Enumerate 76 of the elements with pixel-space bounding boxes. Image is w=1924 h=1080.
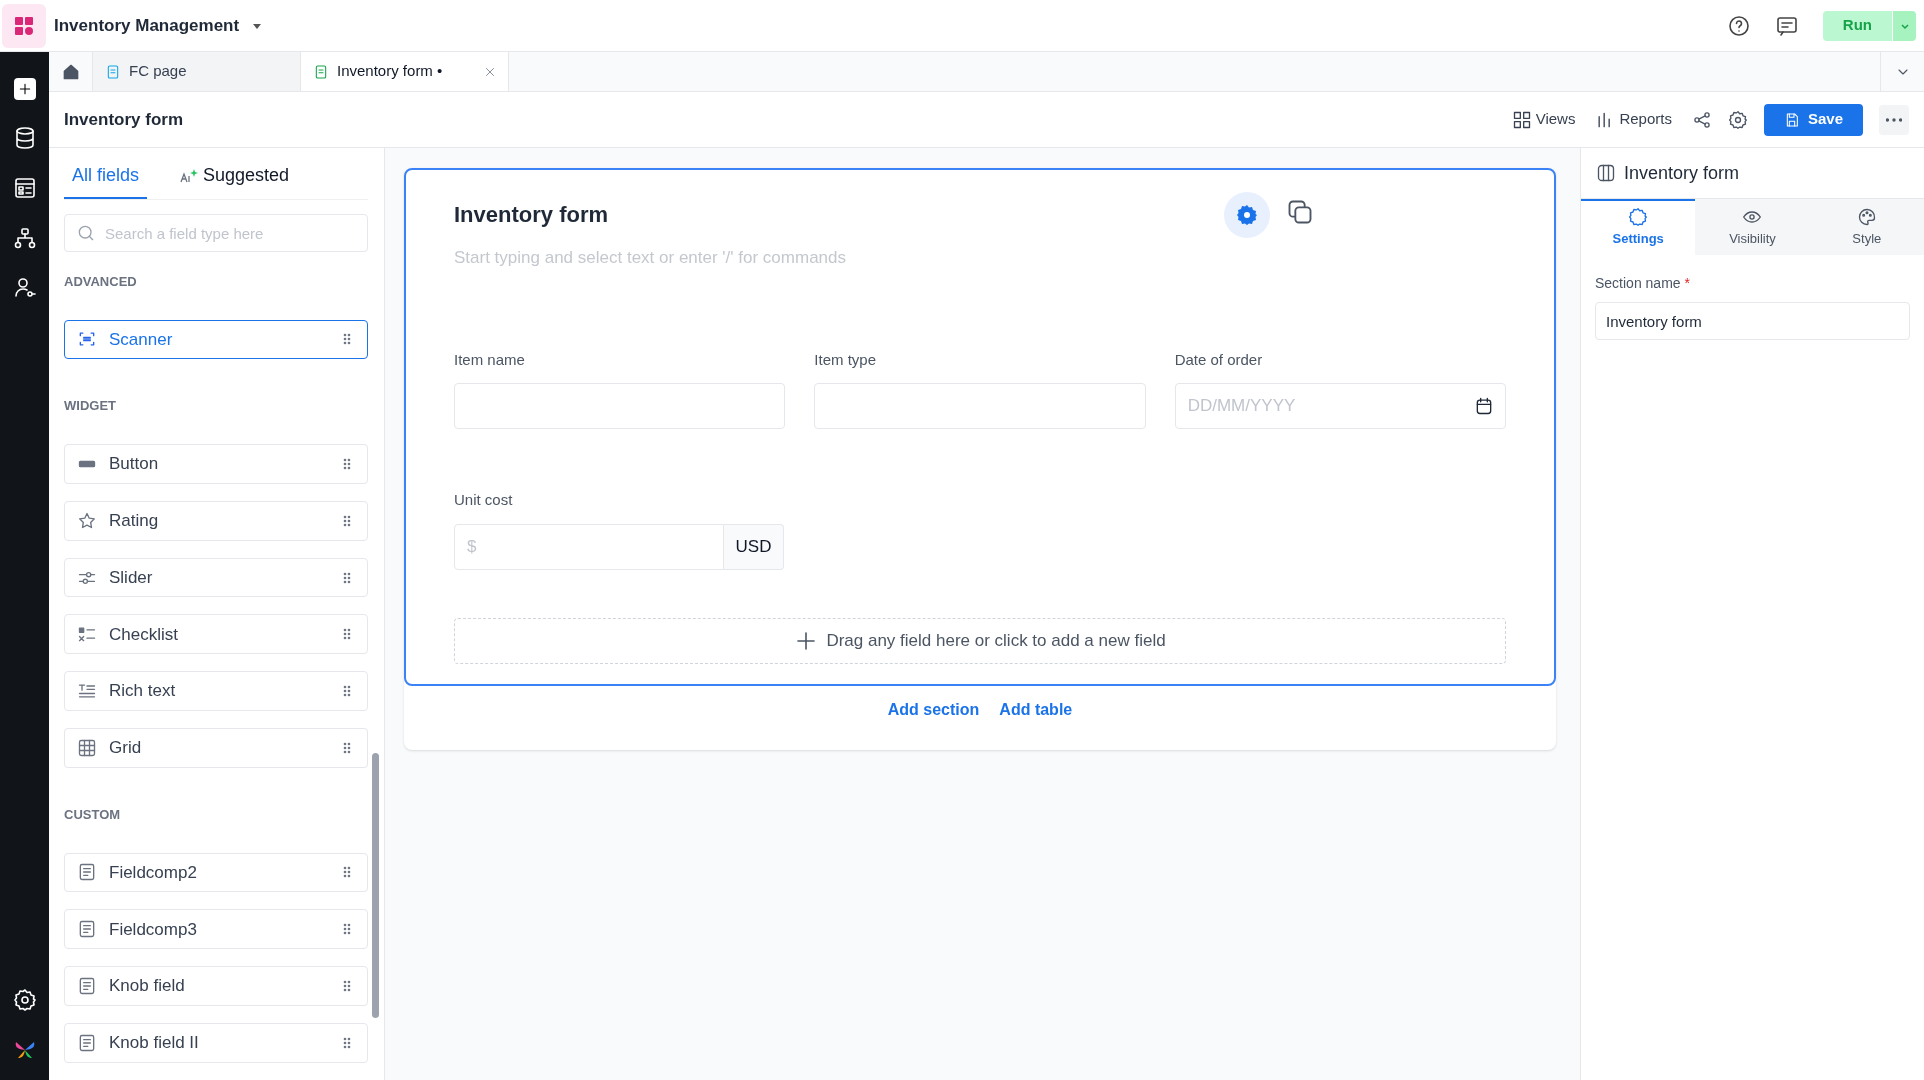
panel-tab[interactable]: Style bbox=[1809, 199, 1924, 255]
more-icon bbox=[1886, 117, 1902, 122]
columns-icon bbox=[1596, 163, 1616, 183]
tab-label: FC page bbox=[129, 61, 188, 82]
form-page-icon bbox=[313, 63, 329, 80]
form-section[interactable]: Inventory form Start typing and select text or enter '/' for commands Item name Item type Date of order DD/MM/YYYY Unit cost $ USD Drag any field here or click to add a new field bbox=[404, 168, 1556, 686]
add-link[interactable]: Add table bbox=[999, 697, 1073, 722]
panel-tab[interactable]: All fields bbox=[64, 162, 148, 199]
field-label: Section name bbox=[1595, 274, 1681, 293]
document-icon bbox=[77, 1033, 97, 1053]
user-key-icon bbox=[12, 276, 37, 300]
add-icon[interactable] bbox=[13, 78, 36, 100]
field-type-item[interactable]: Rich text bbox=[64, 671, 368, 712]
text-field[interactable] bbox=[454, 383, 786, 429]
document-icon bbox=[77, 862, 97, 883]
tab-label: Inventory form • bbox=[337, 61, 444, 82]
document-icon bbox=[77, 919, 97, 940]
field-type-item[interactable]: Slider bbox=[64, 557, 368, 598]
help-icon bbox=[1726, 13, 1751, 38]
field-type-item[interactable]: Checklist bbox=[64, 614, 368, 655]
settings-icon bbox=[12, 988, 37, 1012]
field-label: Unit cost bbox=[454, 490, 514, 510]
field-type-item[interactable]: Scanner bbox=[64, 319, 368, 360]
field-label: Date of order bbox=[1174, 349, 1264, 370]
section-heading: CUSTOM bbox=[64, 806, 122, 824]
field-label: Item type bbox=[814, 349, 878, 370]
close-icon bbox=[484, 65, 496, 78]
page-icon bbox=[105, 63, 121, 80]
field-type-item[interactable]: Knob field bbox=[64, 966, 368, 1007]
field-type-item[interactable]: Fieldcomp2 bbox=[64, 852, 368, 893]
field-type-item[interactable]: Grid bbox=[64, 728, 368, 768]
field-type-item[interactable]: Knob field II bbox=[64, 1023, 368, 1063]
views-icon bbox=[1511, 109, 1532, 130]
panel-tab[interactable]: Suggested bbox=[171, 162, 298, 199]
more-button[interactable] bbox=[1879, 104, 1909, 135]
duplicate-icon bbox=[1286, 198, 1314, 226]
section-heading: WIDGET bbox=[64, 397, 117, 416]
search-icon bbox=[76, 223, 96, 243]
section-name-field[interactable]: Inventory form bbox=[1595, 302, 1910, 340]
ai-sparkle-icon bbox=[179, 167, 200, 184]
palette-icon bbox=[1856, 207, 1877, 228]
document-icon bbox=[77, 976, 97, 997]
section-title: Inventory form bbox=[454, 201, 610, 229]
settings-icon bbox=[1628, 207, 1649, 228]
currency-suffix: USD bbox=[724, 523, 784, 570]
form-icon bbox=[12, 176, 37, 200]
grid-icon bbox=[77, 738, 97, 759]
text-field[interactable] bbox=[814, 383, 1146, 429]
app-logo[interactable] bbox=[2, 3, 46, 48]
document-tab[interactable]: FC page bbox=[93, 52, 301, 91]
date-field[interactable]: DD/MM/YYYY bbox=[1174, 383, 1506, 429]
field-type-item[interactable]: Button bbox=[64, 443, 368, 484]
toolbar-button[interactable]: Reports bbox=[1595, 108, 1672, 131]
toolbar-button[interactable]: Views bbox=[1511, 108, 1576, 131]
settings-icon bbox=[1727, 109, 1748, 130]
currency-field[interactable]: $ bbox=[454, 523, 724, 570]
field-label: Item name bbox=[454, 349, 526, 370]
app-title[interactable]: Inventory Management bbox=[54, 12, 240, 39]
field-type-item[interactable]: Fieldcomp3 bbox=[64, 909, 368, 950]
required-mark: * bbox=[1684, 274, 1691, 293]
share-icon bbox=[1691, 109, 1712, 130]
settings-icon bbox=[1235, 203, 1259, 227]
page-title: Inventory form bbox=[64, 108, 184, 131]
section-heading: ADVANCED bbox=[64, 273, 138, 291]
save-button[interactable]: Save bbox=[1763, 103, 1863, 136]
hierarchy-icon bbox=[12, 226, 37, 250]
calendar-icon bbox=[1474, 396, 1494, 416]
star-icon bbox=[77, 510, 97, 531]
document-tab[interactable]: Inventory form • bbox=[301, 52, 509, 91]
drop-zone[interactable]: Drag any field here or click to add a new field bbox=[454, 617, 1506, 664]
add-link[interactable]: Add section bbox=[887, 697, 980, 722]
field-type-item[interactable]: Rating bbox=[64, 500, 368, 541]
panel-tab[interactable]: Visibility bbox=[1695, 199, 1810, 255]
panel-title: Inventory form bbox=[1624, 161, 1740, 185]
section-settings-button[interactable] bbox=[1224, 192, 1270, 238]
search-field[interactable]: Search a field type here bbox=[64, 214, 368, 252]
